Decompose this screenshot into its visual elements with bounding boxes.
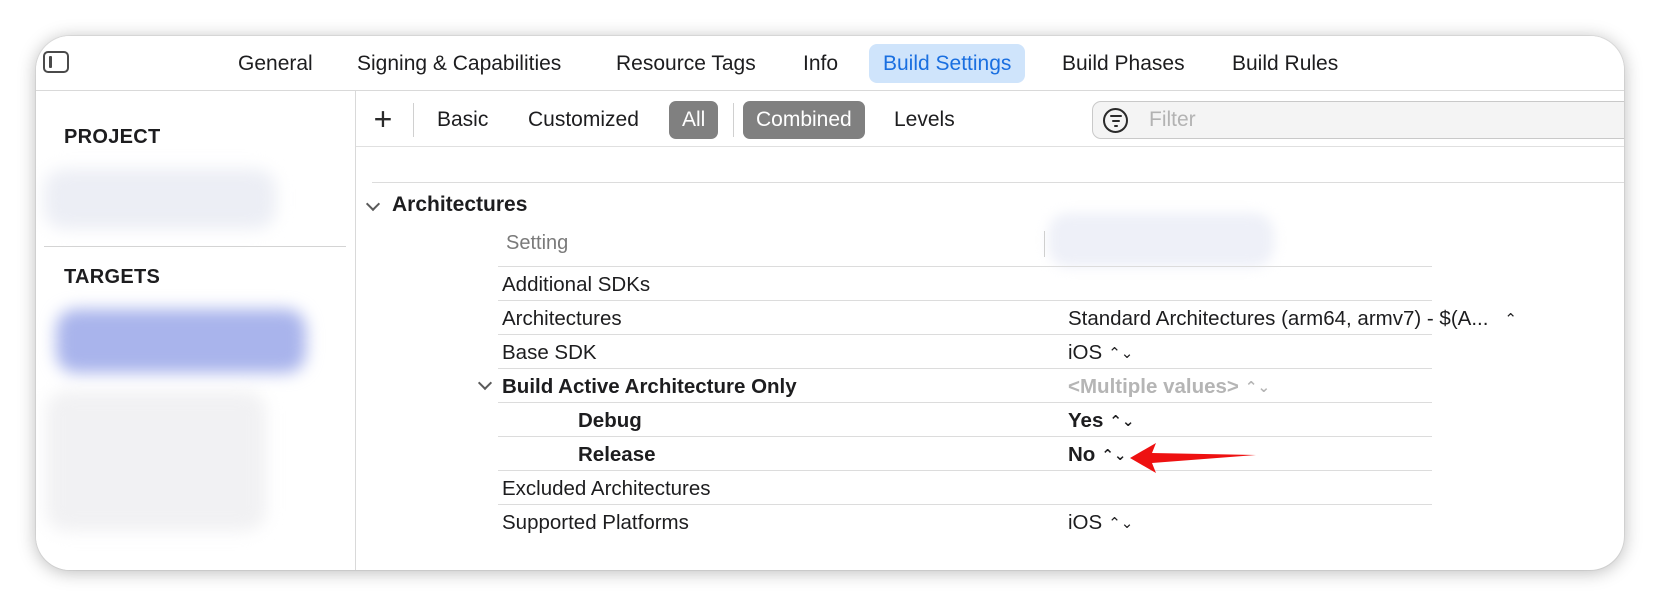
sidebar-toggle-icon[interactable] — [43, 51, 69, 73]
stepper-icon: ⌃⌄ — [1244, 379, 1271, 396]
setting-value-supported-platforms[interactable]: iOS ⌃⌄ — [1068, 511, 1133, 535]
chevron-down-icon[interactable] — [365, 196, 381, 212]
filter-customized-button[interactable]: Customized — [515, 101, 652, 139]
target-item-selected-redacted[interactable] — [56, 309, 306, 373]
targets-heading: TARGETS — [64, 266, 161, 288]
setting-value-base-sdk[interactable]: iOS ⌃⌄ — [1068, 341, 1133, 365]
row-divider — [498, 504, 1432, 505]
project-heading: PROJECT — [64, 126, 161, 148]
editor-tab-bar: General Signing & Capabilities Resource … — [36, 36, 1624, 91]
row-divider — [498, 368, 1432, 369]
sidebar-divider — [44, 246, 346, 247]
build-settings-toolbar: + Basic Customized All Combined Levels F… — [356, 91, 1624, 147]
target-column-header-redacted — [1048, 213, 1274, 267]
setting-label-base-sdk[interactable]: Base SDK — [502, 341, 597, 365]
tab-general[interactable]: General — [224, 44, 327, 83]
setting-label-supported-platforms[interactable]: Supported Platforms — [502, 511, 689, 535]
setting-value-build-active-architecture-only[interactable]: <Multiple values> ⌃⌄ — [1068, 375, 1270, 399]
add-setting-button[interactable]: + — [368, 100, 398, 138]
stepper-icon: ⌃ — [1504, 311, 1517, 328]
setting-label-architectures[interactable]: Architectures — [502, 307, 622, 331]
setting-value-debug[interactable]: Yes ⌃⌄ — [1068, 409, 1135, 433]
row-divider — [498, 266, 1432, 267]
view-combined-button[interactable]: Combined — [743, 101, 865, 139]
stepper-icon: ⌃⌄ — [1109, 413, 1135, 430]
toolbar-divider — [733, 103, 734, 137]
setting-value-release[interactable]: No ⌃⌄ — [1068, 443, 1126, 467]
tab-resource-tags[interactable]: Resource Tags — [602, 44, 770, 83]
filter-placeholder: Filter — [1149, 108, 1196, 131]
xcode-window: General Signing & Capabilities Resource … — [36, 36, 1624, 570]
setting-value-architectures[interactable]: Standard Architectures (arm64, armv7) - … — [1068, 307, 1517, 331]
tab-build-phases[interactable]: Build Phases — [1048, 44, 1199, 83]
target-list-redacted — [46, 391, 266, 531]
setting-label-release[interactable]: Release — [578, 443, 656, 467]
row-divider — [498, 300, 1432, 301]
chevron-down-icon[interactable] — [477, 375, 493, 391]
section-top-divider — [372, 182, 1624, 183]
setting-label-additional-sdks[interactable]: Additional SDKs — [502, 273, 650, 297]
stepper-icon: ⌃⌄ — [1108, 345, 1134, 362]
project-navigator-sidebar: PROJECT TARGETS — [36, 91, 356, 570]
setting-label-excluded-architectures[interactable]: Excluded Architectures — [502, 477, 711, 501]
filter-icon — [1103, 108, 1128, 133]
toolbar-divider — [413, 103, 414, 137]
filter-search-field[interactable]: Filter — [1092, 101, 1624, 139]
view-levels-button[interactable]: Levels — [881, 101, 968, 139]
build-settings-content: Architectures Setting Additional SDKs Ar… — [356, 147, 1624, 570]
row-divider — [498, 470, 1432, 471]
filter-basic-button[interactable]: Basic — [424, 101, 501, 139]
tab-signing-capabilities[interactable]: Signing & Capabilities — [343, 44, 575, 83]
tab-info[interactable]: Info — [789, 44, 852, 83]
section-title-architectures[interactable]: Architectures — [392, 193, 527, 217]
tab-build-settings[interactable]: Build Settings — [869, 44, 1026, 83]
project-item-redacted[interactable] — [44, 169, 276, 229]
red-arrow-icon — [1130, 443, 1256, 473]
setting-label-debug[interactable]: Debug — [578, 409, 642, 433]
row-divider — [498, 334, 1432, 335]
row-divider — [498, 402, 1432, 403]
stepper-icon: ⌃⌄ — [1108, 515, 1134, 532]
row-divider — [498, 436, 1432, 437]
filter-all-button[interactable]: All — [669, 101, 719, 139]
tab-build-rules[interactable]: Build Rules — [1218, 44, 1352, 83]
setting-column-header: Setting — [506, 232, 569, 254]
column-divider[interactable] — [1044, 231, 1045, 257]
stepper-icon: ⌃⌄ — [1101, 447, 1127, 464]
setting-label-build-active-architecture-only[interactable]: Build Active Architecture Only — [502, 375, 797, 399]
